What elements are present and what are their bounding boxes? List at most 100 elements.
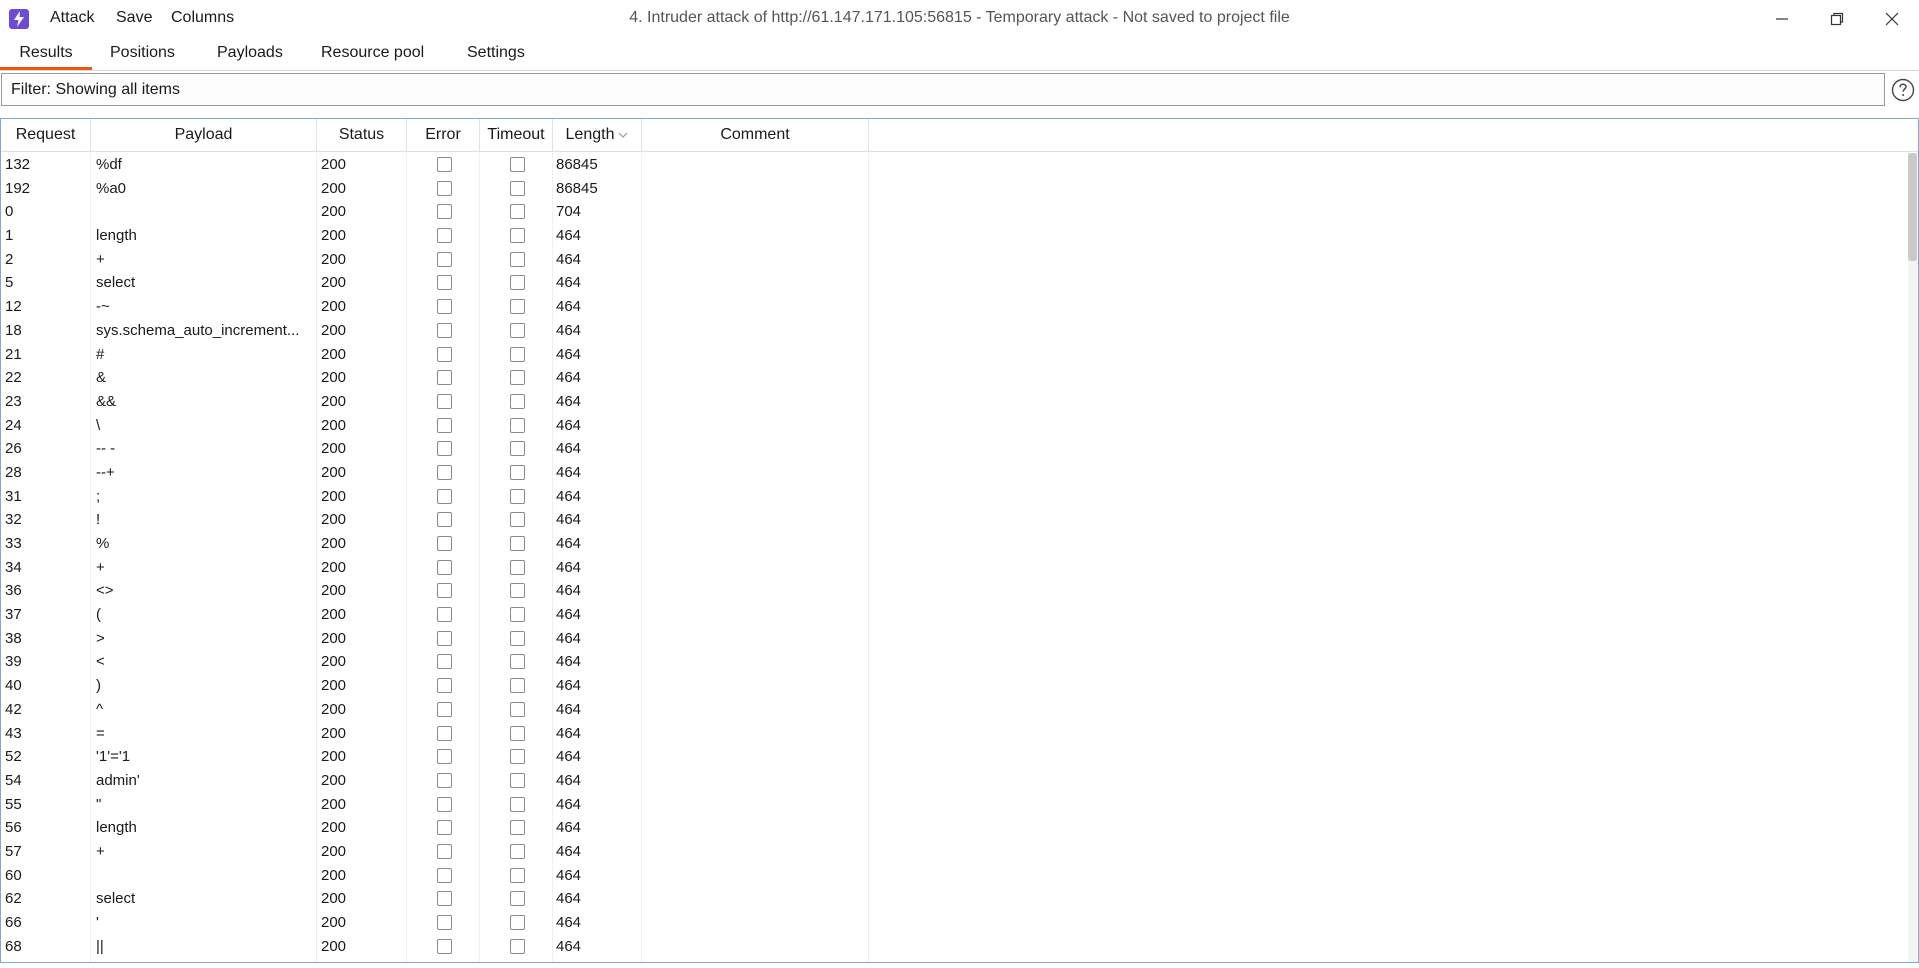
- tab-results[interactable]: Results: [0, 38, 92, 70]
- table-row[interactable]: 62 select 200 464: [1, 887, 1908, 911]
- column-header-status[interactable]: Status: [317, 119, 407, 151]
- timeout-checkbox: [510, 251, 525, 267]
- column-header-payload[interactable]: Payload: [91, 119, 317, 151]
- timeout-checkbox: [510, 607, 525, 623]
- status-cell: 200: [321, 156, 347, 173]
- tab-bar: Results Positions Payloads Resource pool…: [0, 38, 1919, 71]
- payload-cell: -~: [96, 298, 110, 316]
- status-cell: 200: [321, 771, 347, 789]
- table-row[interactable]: 42 ^ 200 464: [1, 698, 1908, 722]
- table-row[interactable]: 60 200 464: [1, 864, 1908, 888]
- error-checkbox: [437, 536, 452, 551]
- table-row[interactable]: 12 -~ 200 464: [1, 295, 1908, 319]
- scrollbar-thumb[interactable]: [1908, 153, 1917, 261]
- timeout-checkbox: [510, 488, 525, 504]
- table-row[interactable]: 26 -- - 200 464: [1, 437, 1908, 461]
- table-row[interactable]: 24 \ 200 464: [1, 414, 1908, 438]
- menu-attack[interactable]: Attack: [50, 9, 94, 27]
- request-number-cell: 36: [5, 582, 22, 600]
- length-cell: 464: [556, 748, 582, 766]
- table-row[interactable]: 56 length 200 464: [1, 816, 1908, 840]
- table-row[interactable]: 21 #200 464: [1, 343, 1908, 367]
- table-row[interactable]: 55 " 200 464: [1, 793, 1908, 817]
- table-row[interactable]: 32! 200 464: [1, 508, 1908, 532]
- menu-columns[interactable]: Columns: [171, 9, 234, 27]
- tab-settings[interactable]: Settings: [467, 38, 525, 70]
- minimize-button[interactable]: [1762, 4, 1802, 34]
- timeout-checkbox: [510, 820, 525, 836]
- length-cell: 86845: [556, 156, 598, 173]
- tab-positions[interactable]: Positions: [110, 38, 175, 70]
- payload-cell: <: [96, 653, 105, 671]
- length-cell: 464: [556, 298, 582, 316]
- table-row[interactable]: 2 +200 464: [1, 248, 1908, 272]
- menu-save[interactable]: Save: [116, 9, 152, 27]
- vertical-scrollbar[interactable]: [1908, 153, 1917, 962]
- table-row[interactable]: 28 --+ 200 464: [1, 461, 1908, 485]
- payload-cell: =: [96, 724, 105, 742]
- restore-button[interactable]: [1817, 4, 1857, 34]
- length-cell: 464: [556, 724, 582, 742]
- timeout-checkbox: [510, 772, 525, 788]
- payload-cell: ': [96, 914, 99, 931]
- table-row[interactable]: 0 200 704: [1, 200, 1908, 224]
- table-row[interactable]: 132 %df 200 86845: [1, 153, 1908, 177]
- tab-payloads[interactable]: Payloads: [217, 38, 283, 70]
- length-cell: 464: [556, 842, 582, 860]
- column-header-length[interactable]: Length: [553, 119, 642, 151]
- table-row[interactable]: 43 = 200 464: [1, 722, 1908, 746]
- close-button[interactable]: [1872, 4, 1912, 34]
- error-checkbox: [437, 299, 452, 315]
- error-checkbox: [437, 867, 452, 883]
- table-row[interactable]: 34 +200 464: [1, 556, 1908, 580]
- table-row[interactable]: 23 && 200 464: [1, 390, 1908, 414]
- payload-cell: &&: [96, 392, 117, 410]
- table-row[interactable]: 68 || 200 464: [1, 935, 1908, 959]
- request-number-cell: 192: [5, 179, 31, 197]
- table-row[interactable]: 38 >200 464: [1, 627, 1908, 651]
- table-row[interactable]: 54 admin' 200 464: [1, 769, 1908, 793]
- table-row[interactable]: 31; 200 464: [1, 485, 1908, 509]
- table-row[interactable]: 5 select 200 464: [1, 271, 1908, 295]
- filter-bar[interactable]: Filter: Showing all items: [1, 73, 1885, 106]
- status-cell: 200: [321, 866, 347, 884]
- table-row[interactable]: 39 <200 464: [1, 650, 1908, 674]
- column-header-timeout[interactable]: Timeout: [480, 119, 553, 151]
- length-cell: 464: [556, 558, 582, 576]
- column-header-comment[interactable]: Comment: [642, 119, 869, 151]
- table-row[interactable]: 1 length 200 464: [1, 224, 1908, 248]
- tab-resource-pool[interactable]: Resource pool: [321, 38, 424, 70]
- table-row[interactable]: 57 +200 464: [1, 840, 1908, 864]
- help-icon[interactable]: [1891, 78, 1915, 102]
- payload-cell: ): [96, 677, 101, 695]
- length-cell: 464: [556, 771, 582, 789]
- status-cell: 200: [321, 274, 347, 292]
- column-header-error[interactable]: Error: [407, 119, 480, 151]
- table-row[interactable]: 22 & 200 464: [1, 366, 1908, 390]
- timeout-checkbox: [510, 725, 525, 741]
- column-header-request[interactable]: Request: [1, 119, 91, 151]
- table-row[interactable]: 18 sys.schema_auto_increment... 200 464: [1, 319, 1908, 343]
- request-number-cell: 2: [5, 250, 14, 268]
- timeout-checkbox: [510, 417, 525, 433]
- request-number-cell: 5: [5, 274, 14, 292]
- error-checkbox: [437, 251, 452, 267]
- table-row[interactable]: 40) 200 464: [1, 674, 1908, 698]
- error-checkbox: [437, 891, 452, 907]
- table-row[interactable]: 37 (200 464: [1, 603, 1908, 627]
- results-table[interactable]: Request Payload Status Error Timeout Len…: [0, 118, 1919, 963]
- table-row[interactable]: 33% 200 464: [1, 532, 1908, 556]
- status-cell: 200: [321, 606, 347, 624]
- request-number-cell: 55: [5, 795, 22, 813]
- error-checkbox: [437, 559, 452, 575]
- table-row[interactable]: 36 <> 200 464: [1, 579, 1908, 603]
- error-checkbox: [437, 843, 452, 859]
- timeout-checkbox: [510, 322, 525, 338]
- table-header: Request Payload Status Error Timeout Len…: [1, 119, 1918, 152]
- table-row[interactable]: 66 ' 200 464: [1, 911, 1908, 935]
- sort-descending-icon: [619, 132, 628, 138]
- status-cell: 200: [321, 937, 347, 955]
- payload-cell: sys.schema_auto_increment...: [96, 321, 300, 339]
- table-row[interactable]: 192 %a0 200 86845: [1, 177, 1908, 201]
- table-row[interactable]: 52 '1'='1 200 464: [1, 745, 1908, 769]
